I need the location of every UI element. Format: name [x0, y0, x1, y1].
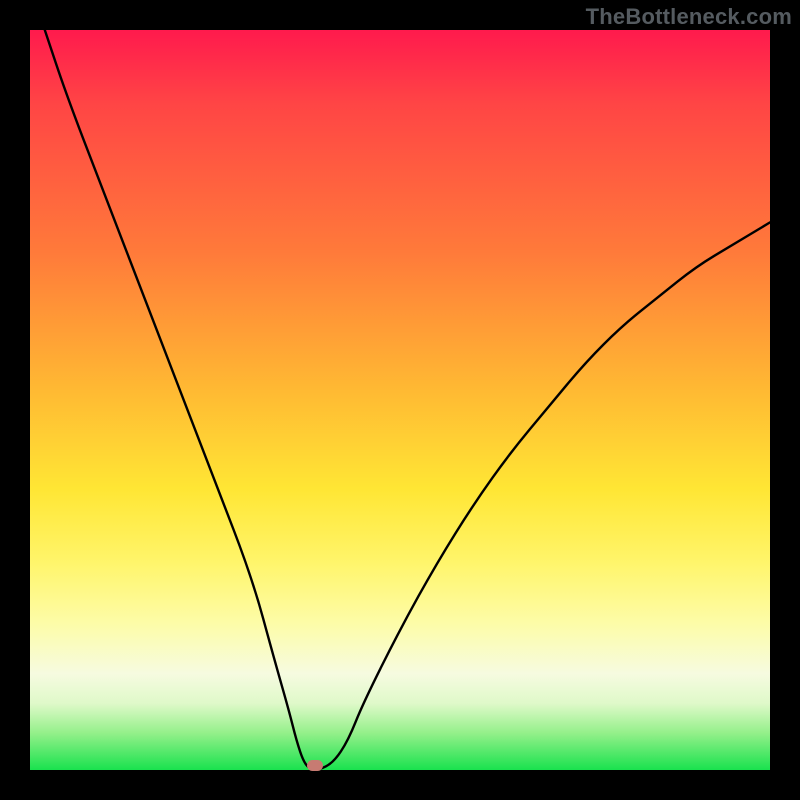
curve-path	[45, 30, 770, 770]
chart-frame: TheBottleneck.com	[0, 0, 800, 800]
watermark-text: TheBottleneck.com	[586, 4, 792, 30]
plot-area	[30, 30, 770, 770]
bottleneck-marker	[307, 760, 323, 771]
curve-svg	[30, 30, 770, 770]
